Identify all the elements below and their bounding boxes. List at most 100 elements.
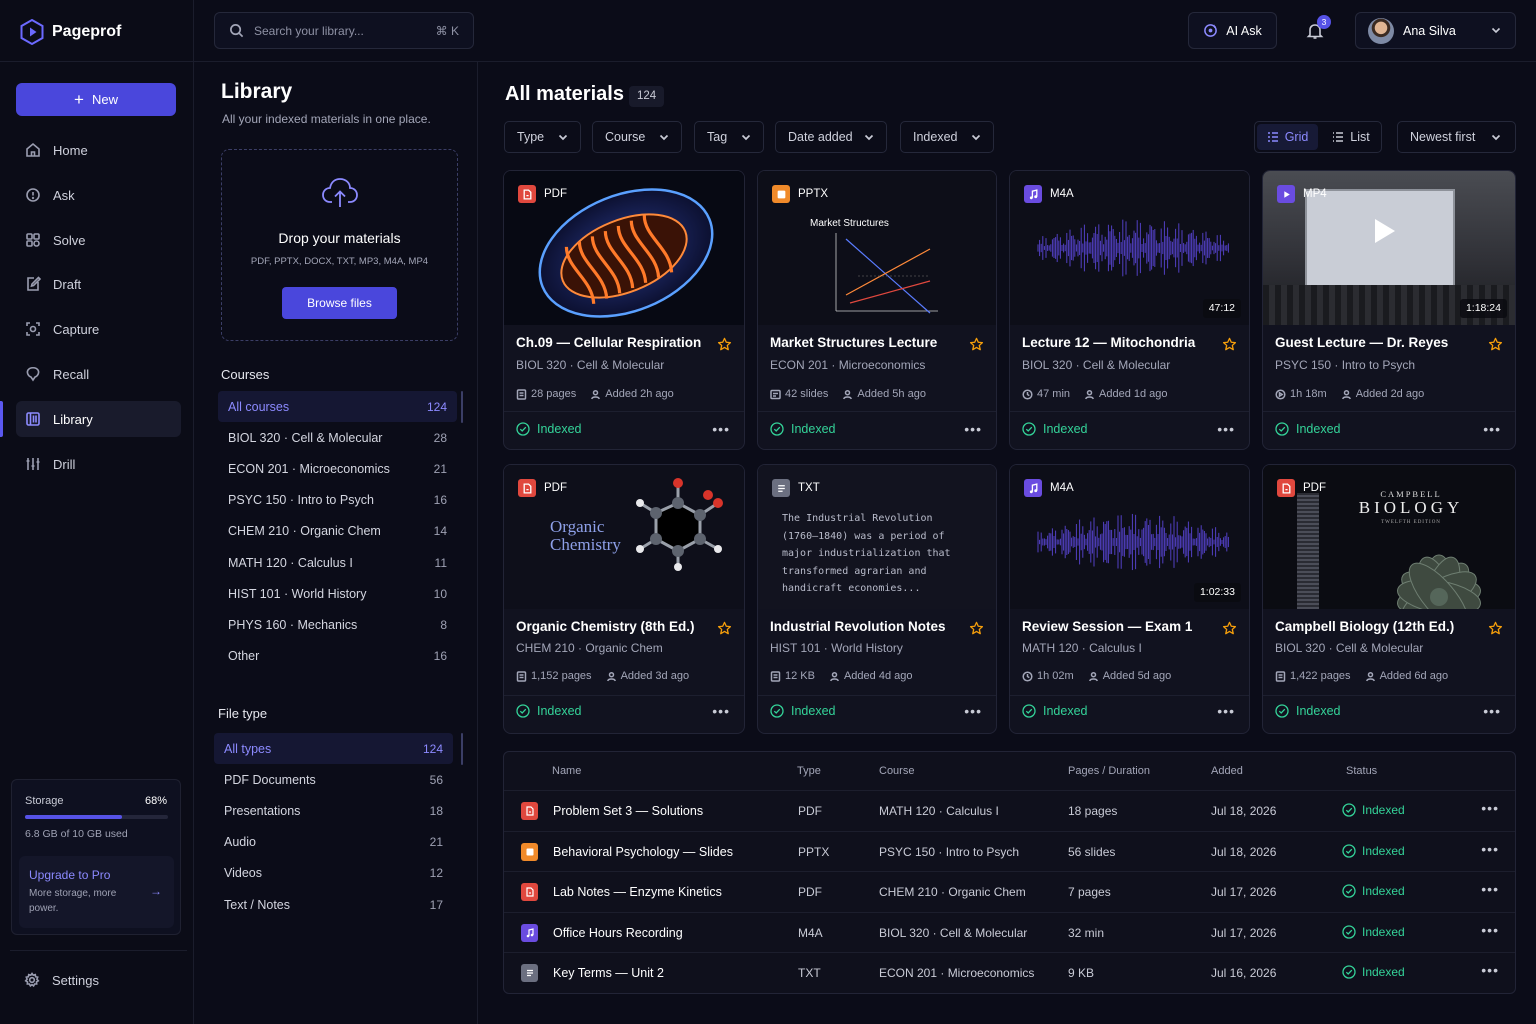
material-card[interactable]: 47:12 M4A Lecture 12 — Mitochondria BIOL… (1009, 170, 1250, 450)
col-header-added[interactable]: Added (1211, 765, 1243, 777)
nav-item-draft[interactable]: Draft (16, 266, 181, 302)
new-button[interactable]: + New (16, 83, 176, 116)
filetype-item[interactable]: Videos 12 (214, 858, 453, 889)
filetype-item[interactable]: Presentations 18 (214, 795, 453, 826)
brand[interactable]: Pageprof (20, 18, 121, 46)
col-header-size[interactable]: Pages / Duration (1068, 765, 1150, 777)
search-bar[interactable]: Search your library... ⌘ K (214, 12, 474, 49)
material-card[interactable]: CAMPBELL BIOLOGY TWELFTH EDITION PDF Campb… (1262, 464, 1516, 734)
star-icon[interactable] (1488, 621, 1503, 636)
grid-view-button[interactable]: Grid (1257, 124, 1318, 150)
table-row[interactable]: Office Hours Recording M4A BIOL 320 · Ce… (504, 911, 1515, 952)
material-card[interactable]: Market Structures PPTX Market Structures… (757, 170, 997, 450)
star-icon[interactable] (1222, 621, 1237, 636)
ai-ask-button[interactable]: AI Ask (1188, 12, 1277, 49)
more-options-icon[interactable]: ••• (712, 422, 730, 436)
filter-tag[interactable]: Tag (694, 121, 764, 153)
row-type: PDF (798, 804, 822, 818)
course-list-scrollbar[interactable] (461, 391, 463, 423)
star-icon[interactable] (1222, 337, 1237, 352)
course-item[interactable]: ECON 201 · Microeconomics 21 (218, 453, 457, 484)
grid-label: Grid (1284, 130, 1309, 144)
star-icon[interactable] (969, 621, 984, 636)
star-icon[interactable] (717, 621, 732, 636)
list-view-button[interactable]: List (1323, 124, 1379, 150)
browse-files-button[interactable]: Browse files (282, 287, 397, 319)
more-options-icon[interactable]: ••• (964, 422, 982, 436)
course-item[interactable]: HIST 101 · World History 10 (218, 578, 457, 609)
nav-item-ask[interactable]: Ask (16, 177, 181, 213)
filter-indexed[interactable]: Indexed (900, 121, 994, 153)
more-options-icon[interactable]: ••• (1481, 882, 1499, 896)
more-options-icon[interactable]: ••• (1217, 704, 1235, 718)
material-card[interactable]: The Industrial Revolution (1760–1840) wa… (757, 464, 997, 734)
material-card[interactable]: PDF Ch.09 — Cellular Respiration BIOL 32… (503, 170, 745, 450)
user-icon (606, 671, 616, 681)
filter-course[interactable]: Course (592, 121, 682, 153)
filetype-item[interactable]: Text / Notes 17 (214, 889, 453, 920)
user-menu[interactable]: Ana Silva (1355, 12, 1516, 49)
status-badge: Indexed (1022, 704, 1087, 718)
dropzone[interactable]: Drop your materials PDF, PPTX, DOCX, TXT… (221, 149, 458, 341)
col-header-course[interactable]: Course (879, 765, 914, 777)
table-row[interactable]: Behavioral Psychology — Slides PPTX PSYC… (504, 830, 1515, 871)
filter-date-added[interactable]: Date added (775, 121, 887, 153)
material-card[interactable]: Organic Chemistry PDF Organic Chemistry (… (503, 464, 745, 734)
more-options-icon[interactable]: ••• (1483, 704, 1501, 718)
table-row[interactable]: Problem Set 3 — Solutions PDF MATH 120 ·… (504, 790, 1515, 830)
upgrade-card[interactable]: Upgrade to Pro More storage, more power.… (19, 856, 174, 928)
table-row[interactable]: Lab Notes — Enzyme Kinetics PDF CHEM 210… (504, 871, 1515, 911)
card-size: 47 min (1037, 388, 1071, 400)
check-circle-icon (516, 422, 530, 436)
more-options-icon[interactable]: ••• (1481, 842, 1499, 856)
filetype-item[interactable]: Audio 21 (214, 827, 453, 858)
list-icon (1333, 132, 1344, 142)
star-icon[interactable] (717, 337, 732, 352)
col-header-status[interactable]: Status (1346, 765, 1377, 777)
course-item[interactable]: MATH 120 · Calculus I 11 (218, 547, 457, 578)
card-size: 12 KB (785, 670, 815, 682)
play-icon[interactable] (1375, 219, 1395, 243)
nav-item-drill[interactable]: Drill (16, 446, 181, 482)
col-header-type[interactable]: Type (797, 765, 821, 777)
card-added: Added 2h ago (605, 388, 674, 400)
more-options-icon[interactable]: ••• (712, 704, 730, 718)
course-item[interactable]: Other 16 (218, 641, 457, 672)
check-circle-icon (1342, 843, 1356, 858)
filetype-list-scrollbar[interactable] (461, 733, 463, 765)
notifications-button[interactable]: 3 (1300, 15, 1331, 46)
settings-link[interactable]: Settings (24, 972, 99, 988)
more-options-icon[interactable]: ••• (1481, 923, 1499, 937)
course-item[interactable]: All courses 124 (218, 391, 457, 422)
course-item[interactable]: BIOL 320 · Cell & Molecular 28 (218, 422, 457, 453)
nav-item-library[interactable]: Library (16, 401, 181, 437)
star-icon[interactable] (1488, 337, 1503, 352)
more-options-icon[interactable]: ••• (1481, 963, 1499, 977)
table-row[interactable]: Key Terms — Unit 2 TXT ECON 201 · Microe… (504, 952, 1515, 992)
row-type: TXT (798, 966, 821, 981)
star-icon[interactable] (969, 337, 984, 352)
status-badge: Indexed (770, 704, 835, 718)
filetype-item[interactable]: All types 124 (214, 733, 453, 764)
file-type: TXT (798, 482, 820, 494)
more-options-icon[interactable]: ••• (1217, 422, 1235, 436)
filetype-item[interactable]: PDF Documents 56 (214, 764, 453, 795)
nav-item-capture[interactable]: Capture (16, 311, 181, 347)
course-item[interactable]: PSYC 150 · Intro to Psych 16 (218, 485, 457, 516)
nav-item-recall[interactable]: Recall (16, 356, 181, 392)
course-item[interactable]: CHEM 210 · Organic Chem 14 (218, 516, 457, 547)
sort-select[interactable]: Newest first (1397, 121, 1516, 153)
filter-type[interactable]: Type (504, 121, 581, 153)
more-options-icon[interactable]: ••• (1481, 801, 1499, 815)
course-item[interactable]: PHYS 160 · Mechanics 8 (218, 609, 457, 640)
material-card[interactable]: 1:18:24 MP4 Guest Lecture — Dr. Reyes PS… (1262, 170, 1516, 450)
file-type: M4A (1050, 482, 1074, 494)
more-options-icon[interactable]: ••• (1483, 422, 1501, 436)
search-icon (230, 24, 244, 38)
drill-icon (26, 458, 40, 470)
nav-item-home[interactable]: Home (16, 132, 181, 168)
col-header-name[interactable]: Name (552, 765, 581, 777)
more-options-icon[interactable]: ••• (964, 704, 982, 718)
nav-item-solve[interactable]: Solve (16, 222, 181, 258)
material-card[interactable]: 1:02:33 M4A Review Session — Exam 1 MATH… (1009, 464, 1250, 734)
